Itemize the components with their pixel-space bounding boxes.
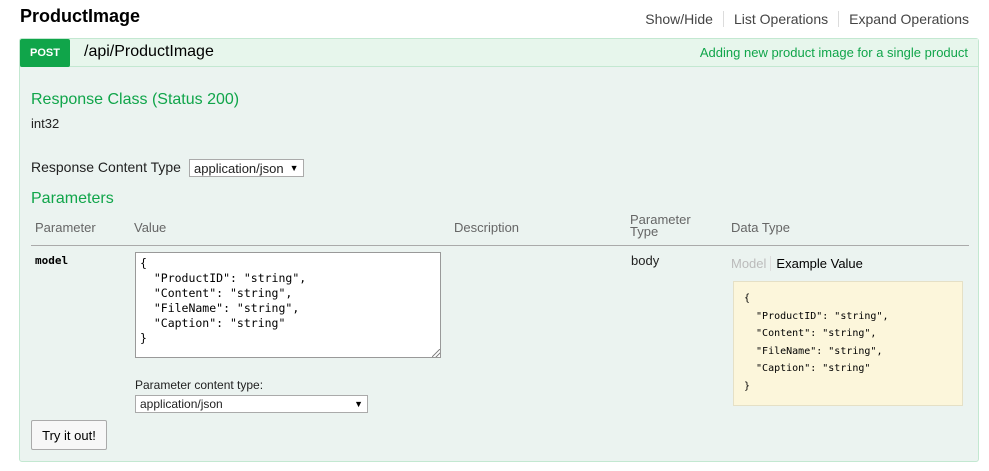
link-divider bbox=[838, 11, 840, 27]
operation-path[interactable]: /api/ProductImage bbox=[84, 43, 214, 61]
table-header-divider bbox=[31, 245, 969, 246]
chevron-down-icon: ▼ bbox=[289, 163, 299, 173]
data-type-tabs: Model Example Value bbox=[731, 256, 863, 271]
response-content-type-select[interactable]: application/json ▼ bbox=[189, 159, 304, 177]
link-divider bbox=[722, 11, 724, 27]
response-content-type-label: Response Content Type bbox=[31, 159, 181, 175]
header-parameter-type-line2: Type bbox=[630, 224, 659, 239]
tab-model[interactable]: Model bbox=[731, 256, 772, 271]
param-value-textarea[interactable]: { "ProductID": "string", "Content": "str… bbox=[135, 252, 441, 358]
example-value-box[interactable]: { "ProductID": "string", "Content": "str… bbox=[733, 281, 963, 406]
try-it-out-button[interactable]: Try it out! bbox=[31, 420, 107, 450]
response-class-title: Response Class (Status 200) bbox=[31, 91, 240, 108]
show-hide-link[interactable]: Show/Hide bbox=[645, 11, 713, 27]
param-type-value: body bbox=[631, 253, 660, 268]
parameters-title: Parameters bbox=[31, 190, 114, 207]
header-data-type: Data Type bbox=[731, 220, 791, 235]
header-description: Description bbox=[454, 220, 520, 235]
list-operations-link[interactable]: List Operations bbox=[734, 11, 828, 27]
operation-heading[interactable]: POST /api/ProductImage Adding new produc… bbox=[20, 39, 978, 67]
resource-header: ProductImage Show/Hide List Operations E… bbox=[0, 0, 989, 36]
resource-title[interactable]: ProductImage bbox=[20, 6, 140, 27]
param-name: model bbox=[35, 254, 69, 267]
resize-handle-icon[interactable] bbox=[432, 349, 440, 357]
tab-example-value[interactable]: Example Value bbox=[771, 256, 862, 271]
operation-panel: POST /api/ProductImage Adding new produc… bbox=[19, 38, 979, 462]
header-value: Value bbox=[134, 220, 167, 235]
http-method-badge[interactable]: POST bbox=[20, 39, 70, 67]
resource-links: Show/Hide List Operations Expand Operati… bbox=[645, 11, 969, 27]
expand-operations-link[interactable]: Expand Operations bbox=[849, 11, 969, 27]
chevron-down-icon: ▼ bbox=[354, 399, 363, 409]
response-class-type: int32 bbox=[31, 116, 60, 131]
response-content-type-value: application/json bbox=[194, 160, 284, 176]
operation-summary[interactable]: Adding new product image for a single pr… bbox=[700, 45, 968, 60]
param-content-type-select[interactable]: application/json ▼ bbox=[135, 395, 368, 413]
header-parameter-type: Parameter Type bbox=[630, 213, 691, 239]
param-content-type-label: Parameter content type: bbox=[135, 378, 264, 392]
param-content-type-value: application/json bbox=[140, 397, 223, 411]
header-parameter: Parameter bbox=[35, 220, 96, 235]
